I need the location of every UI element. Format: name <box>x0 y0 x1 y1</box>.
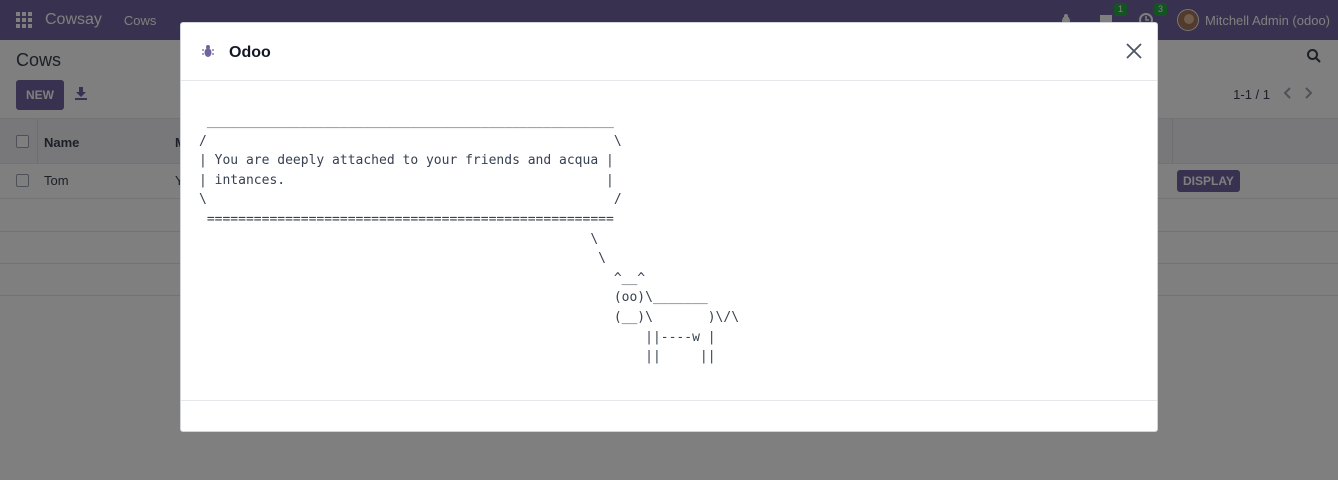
dialog-header: Odoo <box>181 23 1157 81</box>
cowsay-output: ________________________________________… <box>199 114 740 365</box>
dialog-title: Odoo <box>229 44 271 61</box>
dialog-footer <box>181 400 1157 431</box>
bug-icon <box>201 44 215 58</box>
dialog-body: ________________________________________… <box>181 81 1157 400</box>
dialog: Odoo ___________________________________… <box>180 22 1158 432</box>
close-icon[interactable] <box>1125 42 1143 60</box>
